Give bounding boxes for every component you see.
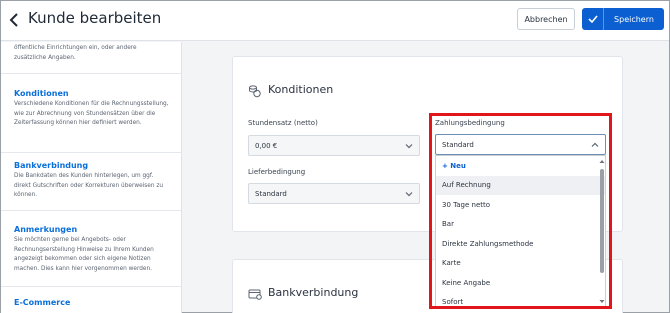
sidebar-desc: öffentliche Einrichtungen ein, oder ande… (14, 45, 137, 61)
zahlungsbedingung-label: Zahlungsbedingung (435, 119, 505, 127)
chevron-down-icon (405, 143, 413, 148)
konditionen-title: Konditionen (268, 83, 334, 96)
sidebar-desc: Verschiedene Konditionen für die Rechnun… (14, 101, 169, 126)
sidebar-item-konditionen[interactable]: Konditionen Verschiedene Konditionen für… (1, 83, 182, 153)
sidebar-desc: Die Bankdaten des Kunden hinterlegen, um… (14, 173, 164, 198)
zahlungsbedingung-select[interactable]: Standard (435, 134, 606, 155)
chevron-down-icon (405, 191, 413, 196)
dropdown-option[interactable]: Bar (436, 215, 605, 235)
zahlungsbedingung-dropdown: + Neu Auf Rechnung 30 Tage netto Bar Dir… (435, 155, 606, 307)
sidebar-section-allgemein: öffentliche Einrichtungen ein, oder ande… (1, 42, 182, 74)
scroll-down-icon[interactable] (599, 299, 605, 304)
bank-card-icon (248, 286, 262, 300)
dropdown-new-option[interactable]: + Neu (436, 156, 605, 176)
cancel-button[interactable]: Abbrechen (517, 8, 575, 30)
sidebar-item-label[interactable]: Anmerkungen (14, 225, 169, 234)
sidebar-item-label[interactable]: Bankverbindung (14, 161, 169, 170)
save-button-label: Speichern (614, 14, 654, 24)
dropdown-option[interactable]: Sofort (436, 293, 605, 306)
lieferbedingung-label: Lieferbedingung (248, 168, 306, 176)
page-title: Kunde bearbeiten (28, 9, 162, 27)
lieferbedingung-value: Standard (255, 189, 287, 198)
dropdown-scrollbar[interactable] (600, 169, 604, 273)
check-icon (582, 8, 604, 30)
dropdown-option[interactable]: Direkte Zahlungsmethode (436, 234, 605, 254)
chevron-up-icon (591, 142, 599, 147)
save-button[interactable]: Speichern (582, 8, 664, 30)
stundensatz-value: 0,00 € (255, 141, 278, 150)
lieferbedingung-select[interactable]: Standard (248, 183, 420, 204)
sidebar-item-label[interactable]: E-Commerce (14, 298, 169, 307)
back-arrow-icon[interactable] (8, 11, 22, 29)
coins-icon (248, 83, 262, 98)
sidebar: öffentliche Einrichtungen ein, oder ande… (1, 42, 182, 313)
scroll-up-icon[interactable] (599, 159, 605, 164)
sidebar-desc: Sie möchten gerne bei Angebots- oder Rec… (14, 237, 154, 272)
sidebar-item-label[interactable]: Konditionen (14, 89, 169, 98)
sidebar-item-ecommerce[interactable]: E-Commerce (1, 292, 182, 313)
stundensatz-label: Stundensatz (netto) (248, 119, 318, 127)
top-header: Kunde bearbeiten Abbrechen Speichern (1, 1, 669, 41)
zahlungsbedingung-value: Standard (442, 140, 474, 149)
dropdown-option[interactable]: Auf Rechnung (436, 175, 605, 195)
dropdown-option[interactable]: 30 Tage netto (436, 195, 605, 215)
dropdown-option[interactable]: Keine Angabe (436, 273, 605, 293)
sidebar-item-anmerkungen[interactable]: Anmerkungen Sie möchten gerne bei Angebo… (1, 217, 182, 287)
sidebar-item-bankverbindung[interactable]: Bankverbindung Die Bankdaten des Kunden … (1, 153, 182, 211)
dropdown-option[interactable]: Karte (436, 254, 605, 274)
stundensatz-select[interactable]: 0,00 € (248, 135, 420, 156)
bankverbindung-title: Bankverbindung (268, 286, 359, 299)
